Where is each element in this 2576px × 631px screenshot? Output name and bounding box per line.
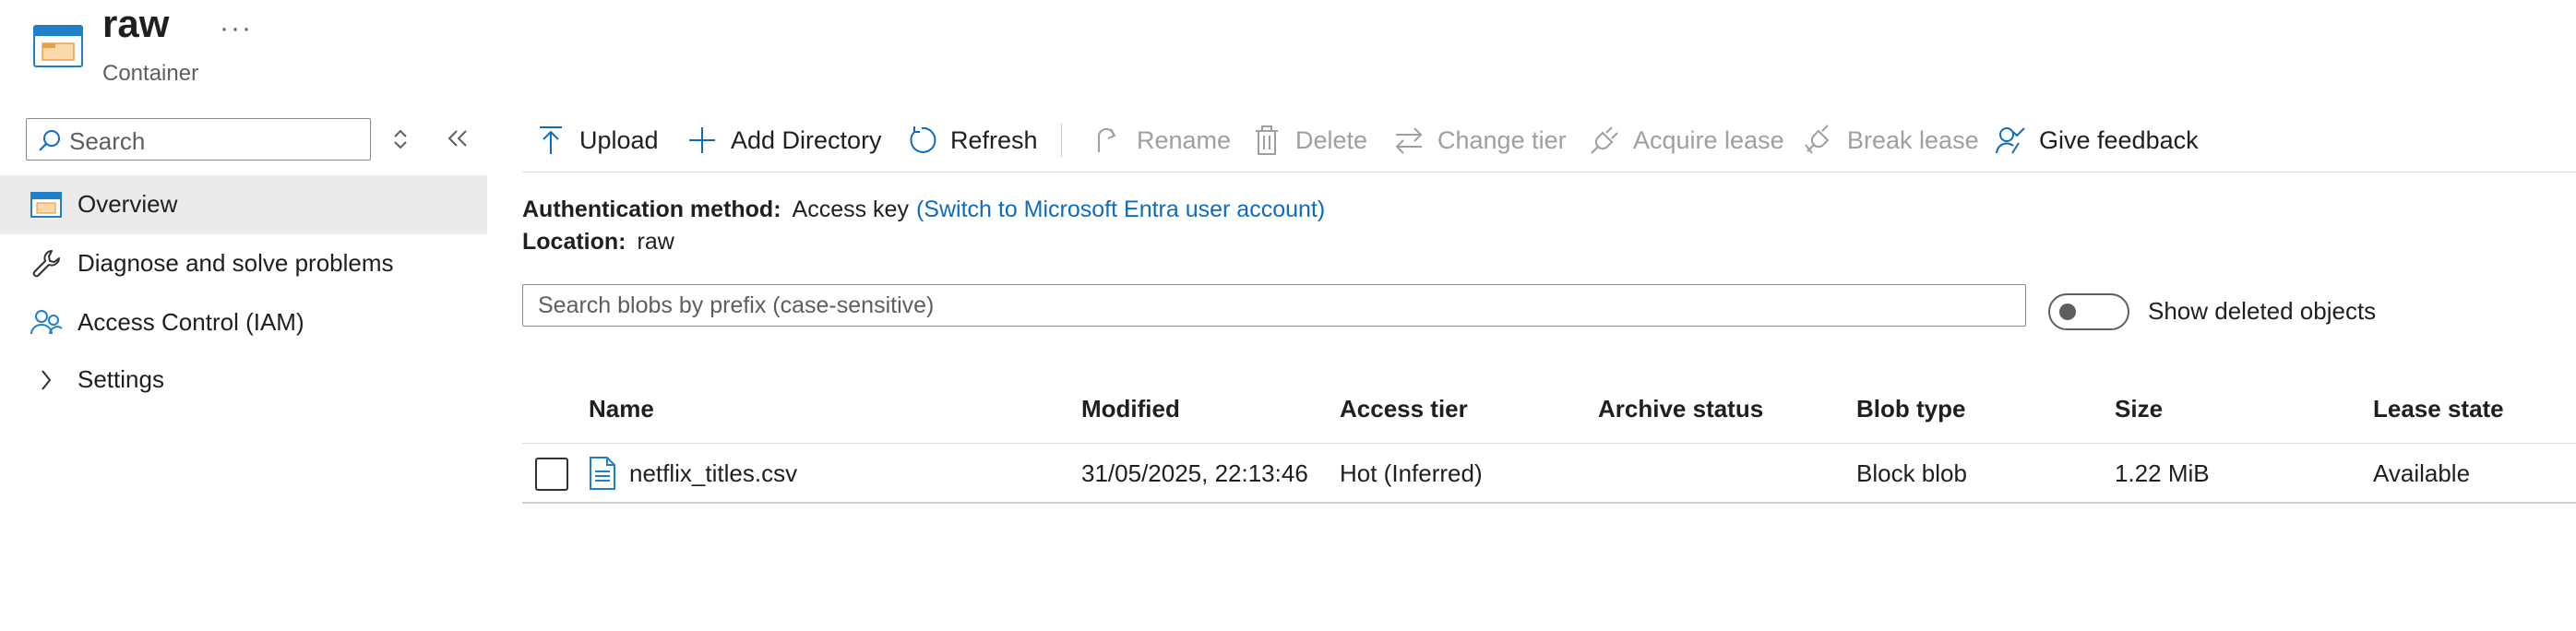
add-directory-label: Add Directory: [731, 125, 882, 154]
sidebar-item-label: Settings: [78, 365, 164, 393]
more-options-button[interactable]: ···: [220, 13, 253, 44]
cell-lease-state: Available: [2373, 459, 2471, 487]
sidebar-item-settings[interactable]: Settings: [0, 351, 487, 410]
sidebar-item-diagnose[interactable]: Diagnose and solve problems: [0, 234, 487, 293]
acquire-lease-label: Acquire lease: [1633, 125, 1784, 154]
swap-arrows-icon: [1395, 127, 1423, 154]
plug-icon: [1591, 126, 1618, 154]
column-header-modified[interactable]: Modified: [1081, 395, 1180, 423]
auth-method-line: Authentication method: Access key (Switch …: [522, 196, 1325, 223]
column-header-name[interactable]: Name: [589, 395, 654, 423]
chevron-right-icon: [42, 370, 52, 390]
refresh-icon: [910, 126, 936, 153]
change-tier-button[interactable]: Change tier: [1393, 111, 1567, 170]
sidebar: Search Overview Diagnose and solve probl…: [0, 101, 487, 631]
cell-access-tier: Hot (Inferred): [1340, 459, 1483, 487]
file-icon: [590, 457, 615, 490]
acquire-lease-button[interactable]: Acquire lease: [1589, 111, 1784, 170]
plug-disconnected-icon: [1805, 125, 1830, 154]
location-line: Location: raw: [522, 229, 674, 256]
toolbar-separator: [1061, 124, 1062, 157]
upload-button[interactable]: Upload: [535, 111, 659, 170]
cell-size: 1.22 MiB: [2115, 459, 2210, 487]
sidebar-item-overview[interactable]: Overview: [0, 175, 487, 234]
sidebar-item-label: Diagnose and solve problems: [78, 249, 394, 277]
cell-blob-type: Block blob: [1856, 459, 1967, 487]
location-label: Location:: [522, 229, 626, 255]
sidebar-item-label: Overview: [78, 190, 178, 218]
blob-search-placeholder: Search blobs by prefix (case-sensitive): [538, 292, 935, 318]
table-header-divider: [522, 443, 2576, 444]
row-checkbox[interactable]: [535, 458, 568, 491]
delete-label: Delete: [1295, 125, 1368, 154]
command-bar: Upload Add Directory Refresh Rename Dele: [522, 111, 2576, 170]
refresh-label: Refresh: [950, 125, 1038, 154]
sort-icon[interactable]: [388, 125, 413, 153]
trash-icon: [1256, 125, 1278, 155]
page-header: raw ··· Container: [0, 0, 2576, 101]
blob-prefix-search-input[interactable]: Search blobs by prefix (case-sensitive): [522, 284, 2026, 327]
switch-auth-link[interactable]: (Switch to Microsoft Entra user account): [916, 196, 1325, 222]
upload-label: Upload: [579, 125, 659, 154]
column-header-blob-type[interactable]: Blob type: [1856, 395, 1965, 423]
give-feedback-label: Give feedback: [2039, 125, 2199, 154]
page-subtitle: Container: [102, 61, 199, 86]
toggle-knob: [2059, 304, 2076, 320]
column-header-size[interactable]: Size: [2115, 395, 2163, 423]
give-feedback-button[interactable]: Give feedback: [1995, 111, 2199, 170]
upload-icon: [540, 126, 562, 154]
cell-name[interactable]: netflix_titles.csv: [629, 459, 797, 488]
auth-method-value: Access key: [792, 196, 909, 222]
page-title: raw: [102, 2, 170, 45]
column-header-lease-state[interactable]: Lease state: [2373, 395, 2504, 423]
container-icon: [30, 192, 62, 218]
break-lease-button[interactable]: Break lease: [1803, 111, 1979, 170]
column-header-access-tier[interactable]: Access tier: [1340, 395, 1468, 423]
rename-icon: [1097, 127, 1116, 152]
sidebar-item-access-control[interactable]: Access Control (IAM): [0, 293, 487, 352]
table-row-divider: [522, 502, 2576, 504]
rename-label: Rename: [1137, 125, 1232, 154]
cell-modified: 31/05/2025, 22:13:46: [1081, 459, 1308, 487]
auth-method-label: Authentication method:: [522, 196, 781, 222]
show-deleted-toggle[interactable]: [2048, 293, 2129, 330]
people-icon: [30, 310, 63, 335]
search-icon: [39, 130, 60, 151]
show-deleted-label: Show deleted objects: [2148, 297, 2377, 325]
location-value: raw: [637, 229, 674, 255]
sidebar-item-label: Access Control (IAM): [78, 308, 304, 336]
change-tier-label: Change tier: [1437, 125, 1567, 154]
plus-icon: [689, 127, 715, 153]
sidebar-search-input[interactable]: Search: [26, 118, 371, 161]
sidebar-search-placeholder: Search: [69, 127, 146, 155]
column-header-archive-status[interactable]: Archive status: [1598, 395, 1763, 423]
add-directory-button[interactable]: Add Directory: [686, 111, 882, 170]
break-lease-label: Break lease: [1847, 125, 1979, 154]
wrench-icon: [32, 250, 60, 278]
toolbar-divider: [522, 172, 2576, 173]
rename-button[interactable]: Rename: [1092, 111, 1231, 170]
container-icon: [33, 25, 83, 67]
collapse-sidebar-icon[interactable]: [443, 124, 472, 153]
delete-button[interactable]: Delete: [1251, 111, 1367, 170]
feedback-icon: [1996, 127, 2025, 154]
refresh-button[interactable]: Refresh: [906, 111, 1038, 170]
